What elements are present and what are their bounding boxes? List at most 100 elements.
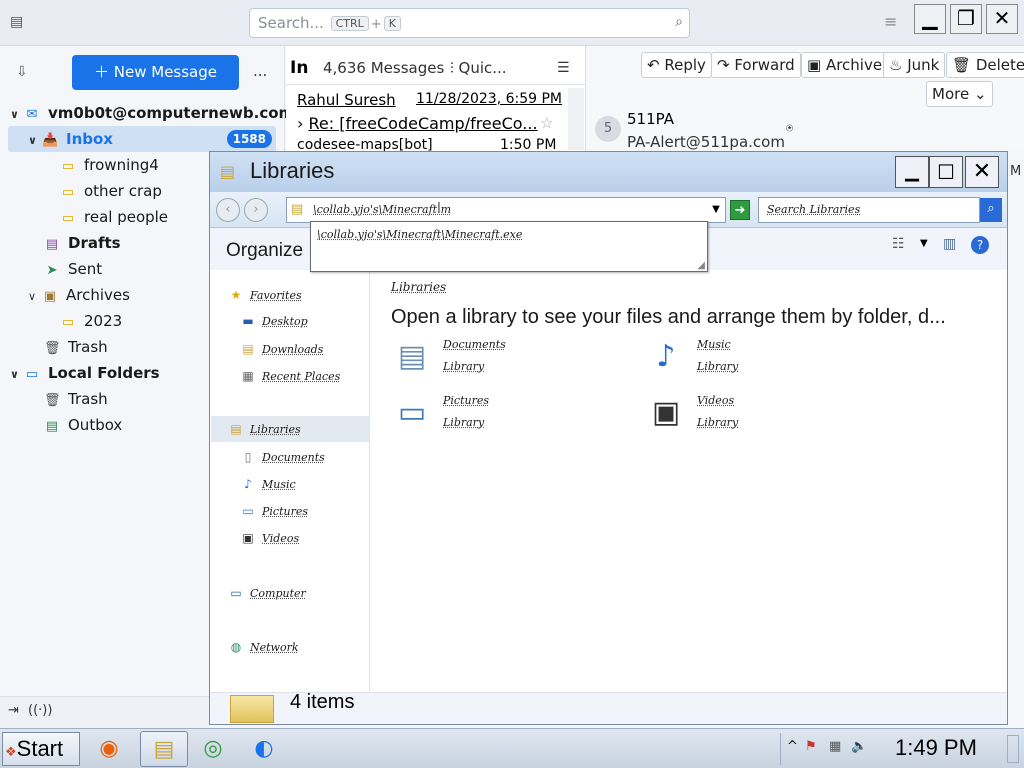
new-message-button[interactable]: ＋ New Message <box>72 55 239 90</box>
message-list-scrollbar[interactable] <box>568 88 584 150</box>
online-status-icon[interactable]: ((·)) <box>28 703 52 718</box>
close-button[interactable]: ✕ <box>986 4 1018 34</box>
windows-logo-icon: ❖ <box>5 744 17 759</box>
forward-label: Forward <box>734 56 795 74</box>
get-messages-icon[interactable]: ⇩ <box>16 64 28 80</box>
tray-expand-icon[interactable]: ^ <box>787 739 798 754</box>
search-placeholder: Search Libraries <box>767 203 861 216</box>
sidebar-toggle-icon[interactable]: ▤ <box>10 14 28 32</box>
message-row[interactable]: › Re: [freeCodeCamp/freeCo... <box>297 114 538 133</box>
address-dropdown-arrow[interactable]: ▼ <box>709 201 723 219</box>
library-videos[interactable]: ▣ Videos Library <box>643 390 813 440</box>
close-button[interactable]: ✕ <box>965 156 999 188</box>
folder-pane-menu-button[interactable]: ... <box>253 62 267 80</box>
nav-pictures[interactable]: ▭ Pictures <box>240 500 308 522</box>
folder-real-people[interactable]: ▭ real people <box>60 204 168 230</box>
library-type: Library <box>697 360 739 373</box>
autocomplete-item[interactable]: \collab.yjo's\Minecraft\Minecraft.exe <box>317 228 522 241</box>
search-icon[interactable]: ⌕ <box>980 198 1002 222</box>
folder-frowning4[interactable]: ▭ frowning4 <box>60 152 159 178</box>
chrome-taskbar-icon[interactable]: ◎ <box>193 731 233 767</box>
folder-archives[interactable]: ∨ ▣ Archives <box>28 282 130 308</box>
delete-label: Delete <box>975 56 1024 74</box>
delete-button[interactable]: 🗑 Delete <box>946 52 1024 78</box>
network-tray-icon[interactable]: ▦ <box>829 739 841 754</box>
organize-button[interactable]: Organize <box>226 240 303 262</box>
action-center-icon[interactable]: ⚑ <box>805 739 817 754</box>
archive-button[interactable]: ▣ Archive <box>801 52 889 78</box>
nav-label: Desktop <box>262 315 308 328</box>
list-options-icon[interactable]: ☰ <box>557 60 570 76</box>
volume-icon[interactable]: 🔈 <box>851 739 867 754</box>
app-menu-icon[interactable]: ≡ <box>884 12 897 31</box>
start-button[interactable]: ❖Start <box>2 732 80 766</box>
folder-name-header: In <box>290 58 309 78</box>
chevron-down-icon[interactable]: ▼ <box>920 238 928 249</box>
nav-computer[interactable]: ▭ Computer <box>228 582 305 604</box>
library-documents[interactable]: ▤ Documents Library <box>389 334 559 384</box>
forward-button[interactable]: ↷ Forward <box>711 52 801 78</box>
restore-button[interactable]: ❐ <box>950 4 982 34</box>
resize-grip-icon[interactable]: ◢ <box>697 260 705 271</box>
search-input[interactable]: Search... CTRL + K ⌕ <box>249 8 690 38</box>
window-title: Libraries <box>250 158 335 183</box>
videos-library-icon: ▣ <box>651 395 681 430</box>
folder-local-trash[interactable]: 🗑 Trash <box>44 386 108 412</box>
nav-recent-places[interactable]: ▦ Recent Places <box>240 365 340 387</box>
star-icon[interactable]: ☆ <box>540 114 553 132</box>
shortcut-key-k: K <box>383 16 401 31</box>
search-icon: ⌕ <box>675 14 683 30</box>
library-pictures[interactable]: ▭ Pictures Library <box>389 390 559 440</box>
explorer-taskbar-icon[interactable]: ▤ <box>140 731 188 767</box>
nav-downloads[interactable]: ▤ Downloads <box>240 338 323 360</box>
forward-button[interactable]: › <box>244 198 268 222</box>
help-icon[interactable]: ? <box>971 236 989 254</box>
more-button[interactable]: More ⌄ <box>926 81 993 107</box>
folder-other-crap[interactable]: ▭ other crap <box>60 178 162 204</box>
minimize-button[interactable]: ▁ <box>895 156 929 188</box>
folder-drafts[interactable]: ▤ Drafts <box>44 230 121 256</box>
reply-button[interactable]: ↶ Reply <box>641 52 712 78</box>
clock[interactable]: 1:49 PM <box>895 735 977 761</box>
chevron-right-icon: › <box>297 114 309 133</box>
folder-inbox[interactable]: ∨ 📥 Inbox 1588 <box>8 126 276 152</box>
view-options-icon[interactable]: ☷ <box>892 236 905 252</box>
nav-music[interactable]: ♪ Music <box>240 473 296 495</box>
maximize-button[interactable]: ☐ <box>929 156 963 188</box>
folder-sent[interactable]: ➤ Sent <box>44 256 103 282</box>
folder-trash[interactable]: 🗑 Trash <box>44 334 108 360</box>
downloads-icon: ▤ <box>242 342 254 356</box>
contact-icon[interactable]: ⍟ <box>786 121 793 136</box>
show-desktop-button[interactable] <box>1007 735 1019 763</box>
preview-pane-icon[interactable]: ▥ <box>943 236 956 252</box>
nav-videos[interactable]: ▣ Videos <box>240 527 299 549</box>
library-music[interactable]: ♪ Music Library <box>643 334 813 384</box>
folder-label: other crap <box>84 182 162 200</box>
account-row[interactable]: ∨ ✉ vm0b0t@computernewb.com <box>10 100 294 126</box>
nav-label: Pictures <box>262 505 308 518</box>
divider <box>286 84 586 85</box>
nav-network[interactable]: ◍ Network <box>228 636 299 658</box>
minimize-button[interactable]: ▁ <box>914 4 946 34</box>
nav-favorites[interactable]: ★ Favorites <box>228 284 302 306</box>
message-sender[interactable]: Rahul Suresh <box>297 91 396 109</box>
folder-2023[interactable]: ▭ 2023 <box>60 308 122 334</box>
collapse-icon[interactable]: ⇥ <box>8 703 19 718</box>
nav-libraries[interactable]: ▤ Libraries <box>228 418 300 440</box>
go-button[interactable]: ➜ <box>730 200 750 220</box>
local-folders-row[interactable]: ∨ ▭ Local Folders <box>10 360 160 386</box>
folder-outbox[interactable]: ▤ Outbox <box>44 412 122 438</box>
nav-documents[interactable]: ▯ Documents <box>240 446 325 468</box>
firefox-taskbar-icon[interactable]: ◉ <box>89 731 129 767</box>
address-input[interactable]: ▤ \collab.yjo's\Minecraft.m I ▼ <box>286 197 726 223</box>
nav-desktop[interactable]: ▬ Desktop <box>240 310 308 332</box>
libraries-folder-icon <box>230 695 274 723</box>
nav-label: Music <box>262 478 296 491</box>
junk-button[interactable]: ♨ Junk <box>883 52 946 78</box>
thunderbird-taskbar-icon[interactable]: ◐ <box>244 731 284 767</box>
message-sender[interactable]: codesee-maps[bot] <box>297 137 433 151</box>
search-input[interactable]: Search Libraries <box>758 197 980 223</box>
quick-filter-button[interactable]: ⫶ Quic... <box>450 59 507 77</box>
window-titlebar[interactable]: ▤ Libraries ▁ ☐ ✕ <box>210 152 1007 192</box>
back-button[interactable]: ‹ <box>216 198 240 222</box>
